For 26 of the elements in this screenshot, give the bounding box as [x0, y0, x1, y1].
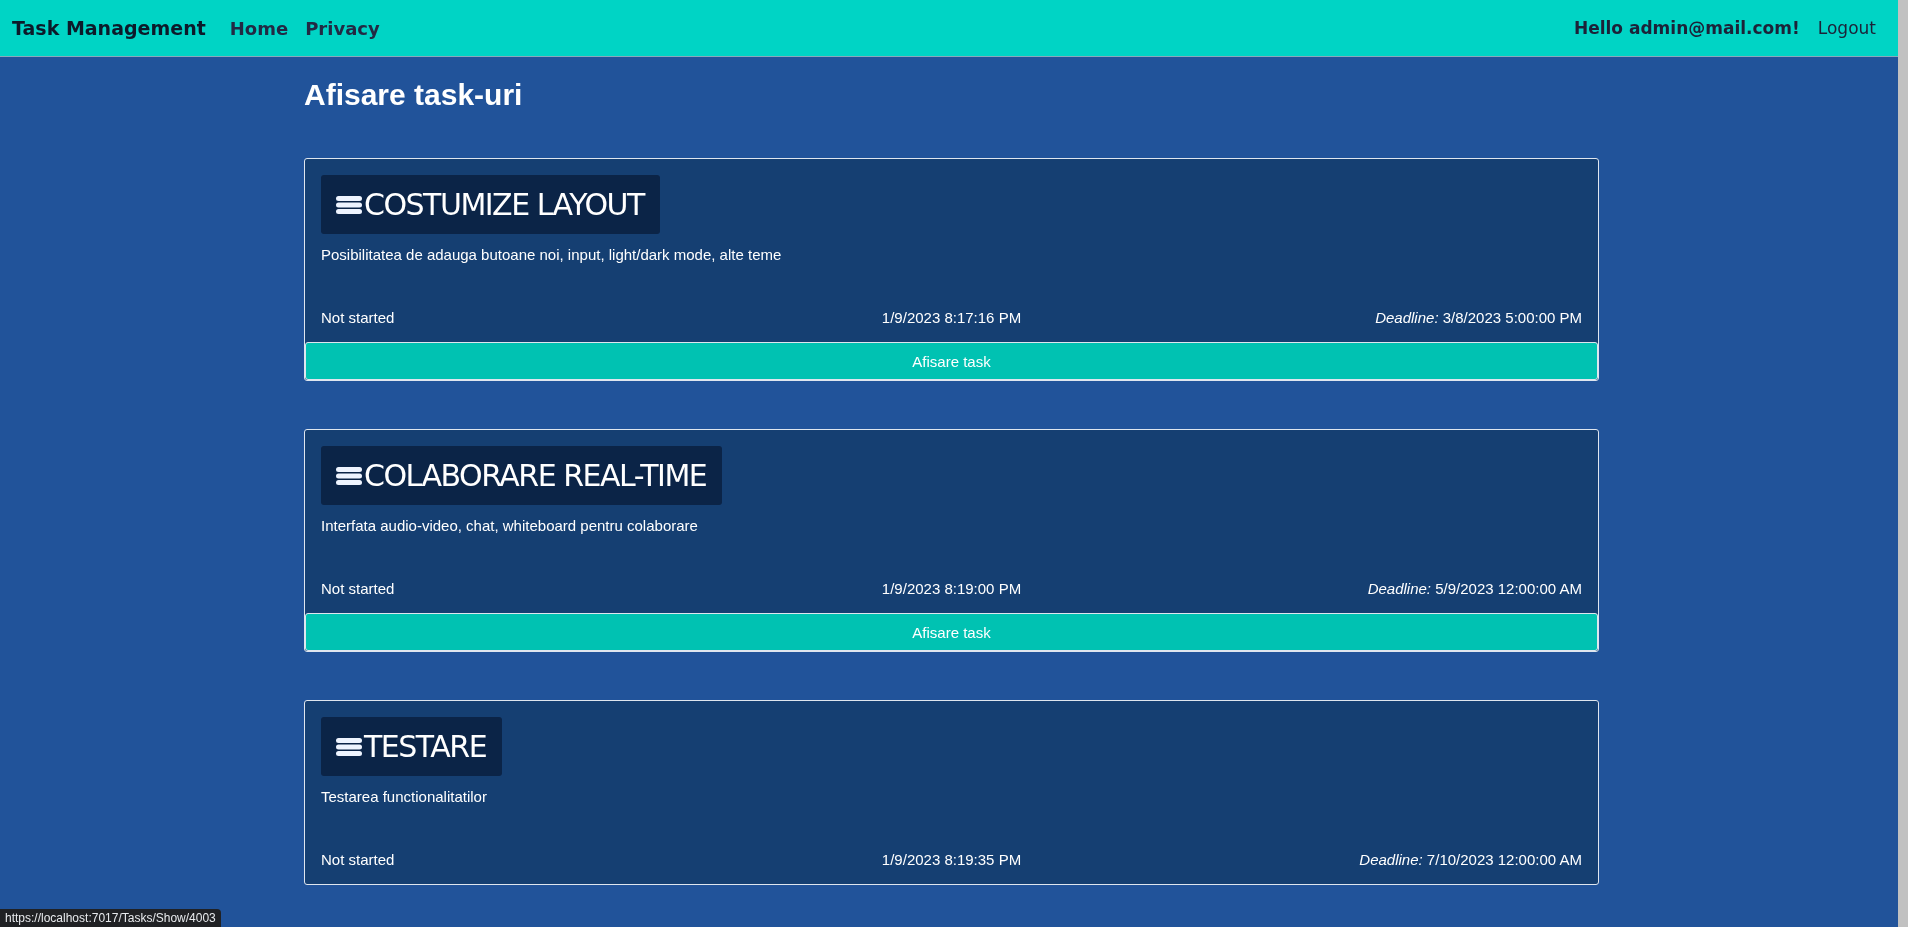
task-created-date: 1/9/2023 8:19:35 PM	[881, 850, 1022, 868]
task-created-date: 1/9/2023 8:17:16 PM	[881, 308, 1022, 326]
scrollbar[interactable]	[1898, 0, 1908, 927]
page-heading: Afisare task-uri	[304, 77, 524, 113]
brand-link[interactable]: Task Management	[12, 17, 206, 39]
task-description: Testarea functionalitatilor	[321, 788, 488, 807]
logout-link[interactable]: Logout	[1817, 18, 1876, 38]
greeting-text: Hello admin@mail.com!	[1573, 18, 1800, 38]
task-description: Posibilitatea de adauga butoane noi, input, light/dark mode, alte teme	[321, 246, 783, 265]
task-title: COSTUMIZE LAYOUT	[364, 187, 644, 222]
task-created-date: 1/9/2023 8:19:00 PM	[881, 579, 1022, 597]
nav-link[interactable]: Home	[229, 17, 289, 39]
nav-link[interactable]: Privacy	[305, 17, 380, 39]
task-title: TESTARE	[364, 729, 487, 764]
task-title: COLABORARE REAL-TIME	[364, 458, 707, 493]
task-status: Not started	[321, 579, 396, 597]
task-deadline: Deadline: 3/8/2023 5:00:00 PM	[1374, 308, 1582, 326]
task-description: Interfata audio-video, chat, whiteboard pentru colaborare	[321, 517, 699, 536]
status-url: https://localhost:7017/Tasks/Show/4003	[0, 909, 221, 927]
task-deadline: Deadline: 5/9/2023 12:00:00 AM	[1366, 579, 1582, 597]
task-deadline: Deadline: 7/10/2023 12:00:00 AM	[1358, 850, 1582, 868]
list-icon	[336, 466, 362, 485]
task-status: Not started	[321, 850, 396, 868]
list-icon	[336, 195, 362, 214]
list-icon	[336, 737, 362, 756]
task-status: Not started	[321, 308, 396, 326]
